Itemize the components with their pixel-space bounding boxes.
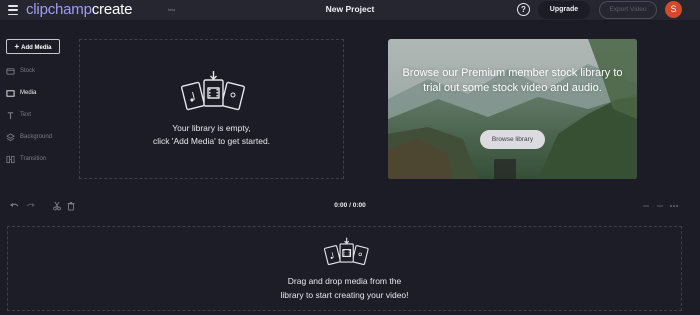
beta-badge: beta bbox=[168, 7, 175, 12]
mountain-landscape-image bbox=[388, 39, 637, 179]
media-files-icon bbox=[323, 237, 369, 266]
stock-icon bbox=[6, 67, 15, 75]
drop-zone-line1: Drag and drop media from the bbox=[287, 276, 402, 286]
logo-create-text: create bbox=[91, 1, 133, 18]
export-video-button[interactable]: Export Video bbox=[599, 1, 657, 19]
undo-icon[interactable] bbox=[9, 201, 19, 211]
browse-library-button[interactable]: Browse library bbox=[480, 130, 545, 149]
stock-promo-card: Browse our Premium member stock library … bbox=[388, 39, 637, 179]
sidebar-item-stock[interactable]: Stock bbox=[6, 65, 66, 77]
promo-message: Browse our Premium member stock library … bbox=[402, 67, 623, 94]
drop-zone-line2: library to start creating your video! bbox=[280, 290, 409, 300]
upgrade-button[interactable]: Upgrade bbox=[538, 1, 590, 19]
timeline-drop-zone[interactable]: Drag and drop media from the library to … bbox=[7, 226, 682, 311]
media-library-panel[interactable]: Your library is empty, click 'Add Media'… bbox=[79, 39, 344, 179]
zoom-out-icon[interactable] bbox=[641, 201, 651, 211]
library-empty-message: Your library is empty, click 'Add Media'… bbox=[80, 122, 343, 148]
split-scissors-icon[interactable] bbox=[52, 201, 62, 211]
logo-clip-text: clipchamp bbox=[26, 1, 92, 18]
library-empty-line1: Your library is empty, bbox=[172, 123, 251, 133]
sidebar-item-label: Transition bbox=[20, 156, 47, 162]
add-media-button[interactable]: + Add Media bbox=[6, 39, 60, 54]
redo-icon[interactable] bbox=[26, 201, 36, 211]
top-bar: clipchampcreate beta New Project ? Upgra… bbox=[0, 0, 700, 21]
sidebar-item-label: Media bbox=[20, 90, 37, 96]
sidebar-item-media[interactable]: Media bbox=[6, 87, 66, 99]
zoom-in-icon[interactable] bbox=[655, 201, 665, 211]
drop-zone-message: Drag and drop media from the library to … bbox=[8, 274, 681, 302]
help-icon[interactable]: ? bbox=[517, 3, 530, 16]
transition-icon bbox=[6, 155, 15, 163]
sidebar-item-transition[interactable]: Transition bbox=[6, 153, 66, 165]
media-icon bbox=[6, 89, 15, 97]
add-media-label: Add Media bbox=[21, 45, 52, 51]
sidebar-item-label: Stock bbox=[20, 68, 36, 74]
plus-icon: + bbox=[14, 42, 20, 51]
app-logo[interactable]: clipchampcreate beta bbox=[26, 1, 175, 19]
media-files-icon bbox=[180, 71, 246, 111]
user-avatar[interactable]: S bbox=[665, 1, 682, 18]
sidebar-item-label: Text bbox=[20, 112, 32, 118]
background-icon bbox=[6, 132, 15, 141]
playback-time: 0:00 / 0:00 bbox=[334, 202, 366, 209]
sidebar-item-background[interactable]: Background bbox=[6, 131, 66, 143]
library-empty-line2: click 'Add Media' to get started. bbox=[152, 136, 271, 146]
more-options-icon[interactable] bbox=[669, 201, 679, 211]
trash-icon[interactable] bbox=[66, 201, 76, 211]
hamburger-menu-icon[interactable] bbox=[8, 5, 18, 15]
sidebar-item-text[interactable]: Text bbox=[6, 109, 66, 121]
text-icon bbox=[7, 111, 14, 119]
sidebar-item-label: Background bbox=[20, 134, 53, 140]
